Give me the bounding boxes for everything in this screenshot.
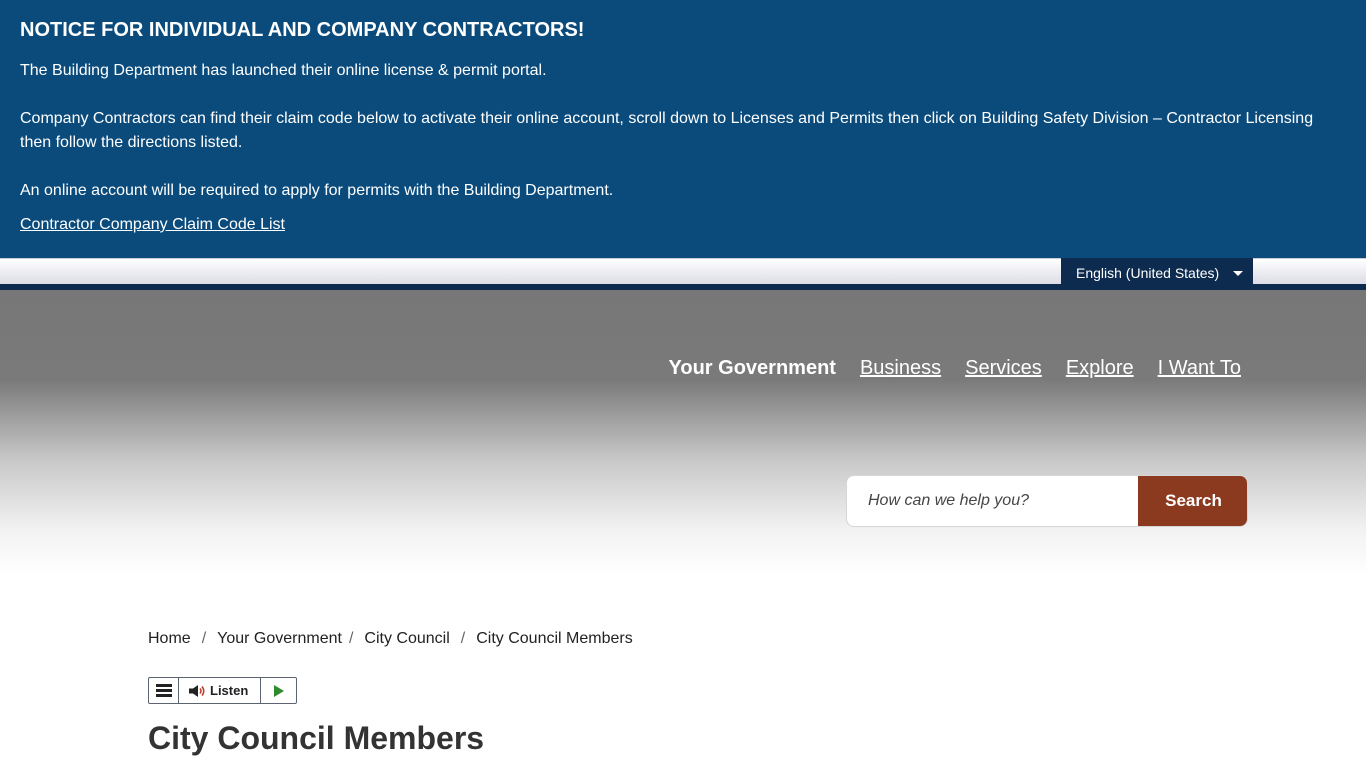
caret-down-icon	[1233, 271, 1243, 276]
readspeaker-widget: Listen	[148, 677, 297, 704]
nav-business[interactable]: Business	[860, 356, 941, 380]
breadcrumb-home[interactable]: Home	[148, 629, 191, 649]
play-icon[interactable]	[261, 678, 296, 703]
speaker-icon	[189, 684, 205, 697]
search-box: Search	[846, 475, 1248, 527]
notice-banner: NOTICE FOR INDIVIDUAL AND COMPANY CONTRA…	[0, 0, 1366, 258]
search-button[interactable]: Search	[1138, 476, 1247, 526]
nav-explore[interactable]: Explore	[1066, 356, 1134, 380]
breadcrumb-separator: /	[348, 630, 354, 647]
listen-button[interactable]: Listen	[179, 678, 261, 703]
nav-your-government[interactable]: Your Government	[669, 356, 836, 380]
breadcrumb-city-council[interactable]: City Council	[364, 629, 449, 649]
breadcrumb-your-government[interactable]: Your Government	[217, 629, 342, 649]
notice-title: NOTICE FOR INDIVIDUAL AND COMPANY CONTRA…	[20, 19, 585, 41]
listen-label: Listen	[210, 683, 249, 698]
language-selector[interactable]: English (United States)	[1061, 258, 1253, 286]
menu-icon[interactable]	[149, 678, 179, 703]
nav-i-want-to[interactable]: I Want To	[1158, 356, 1241, 380]
breadcrumb-separator: /	[201, 630, 207, 647]
search-input[interactable]	[847, 476, 1138, 526]
page-title: City Council Members	[148, 720, 485, 756]
main-nav: Your Government Business Services Explor…	[669, 356, 1241, 380]
notice-paragraph: An online account will be required to ap…	[20, 182, 614, 199]
breadcrumb-separator: /	[460, 630, 466, 647]
nav-services[interactable]: Services	[965, 356, 1042, 380]
site-header: Your Government Business Services Explor…	[0, 290, 1366, 580]
breadcrumb: Home / Your Government / City Council / …	[148, 629, 633, 649]
language-label: English (United States)	[1076, 265, 1220, 281]
notice-paragraph: The Building Department has launched the…	[20, 62, 547, 79]
claim-code-list-link[interactable]: Contractor Company Claim Code List	[20, 213, 285, 237]
notice-paragraph: Company Contractors can find their claim…	[20, 110, 1314, 151]
breadcrumb-current: City Council Members	[476, 630, 633, 647]
